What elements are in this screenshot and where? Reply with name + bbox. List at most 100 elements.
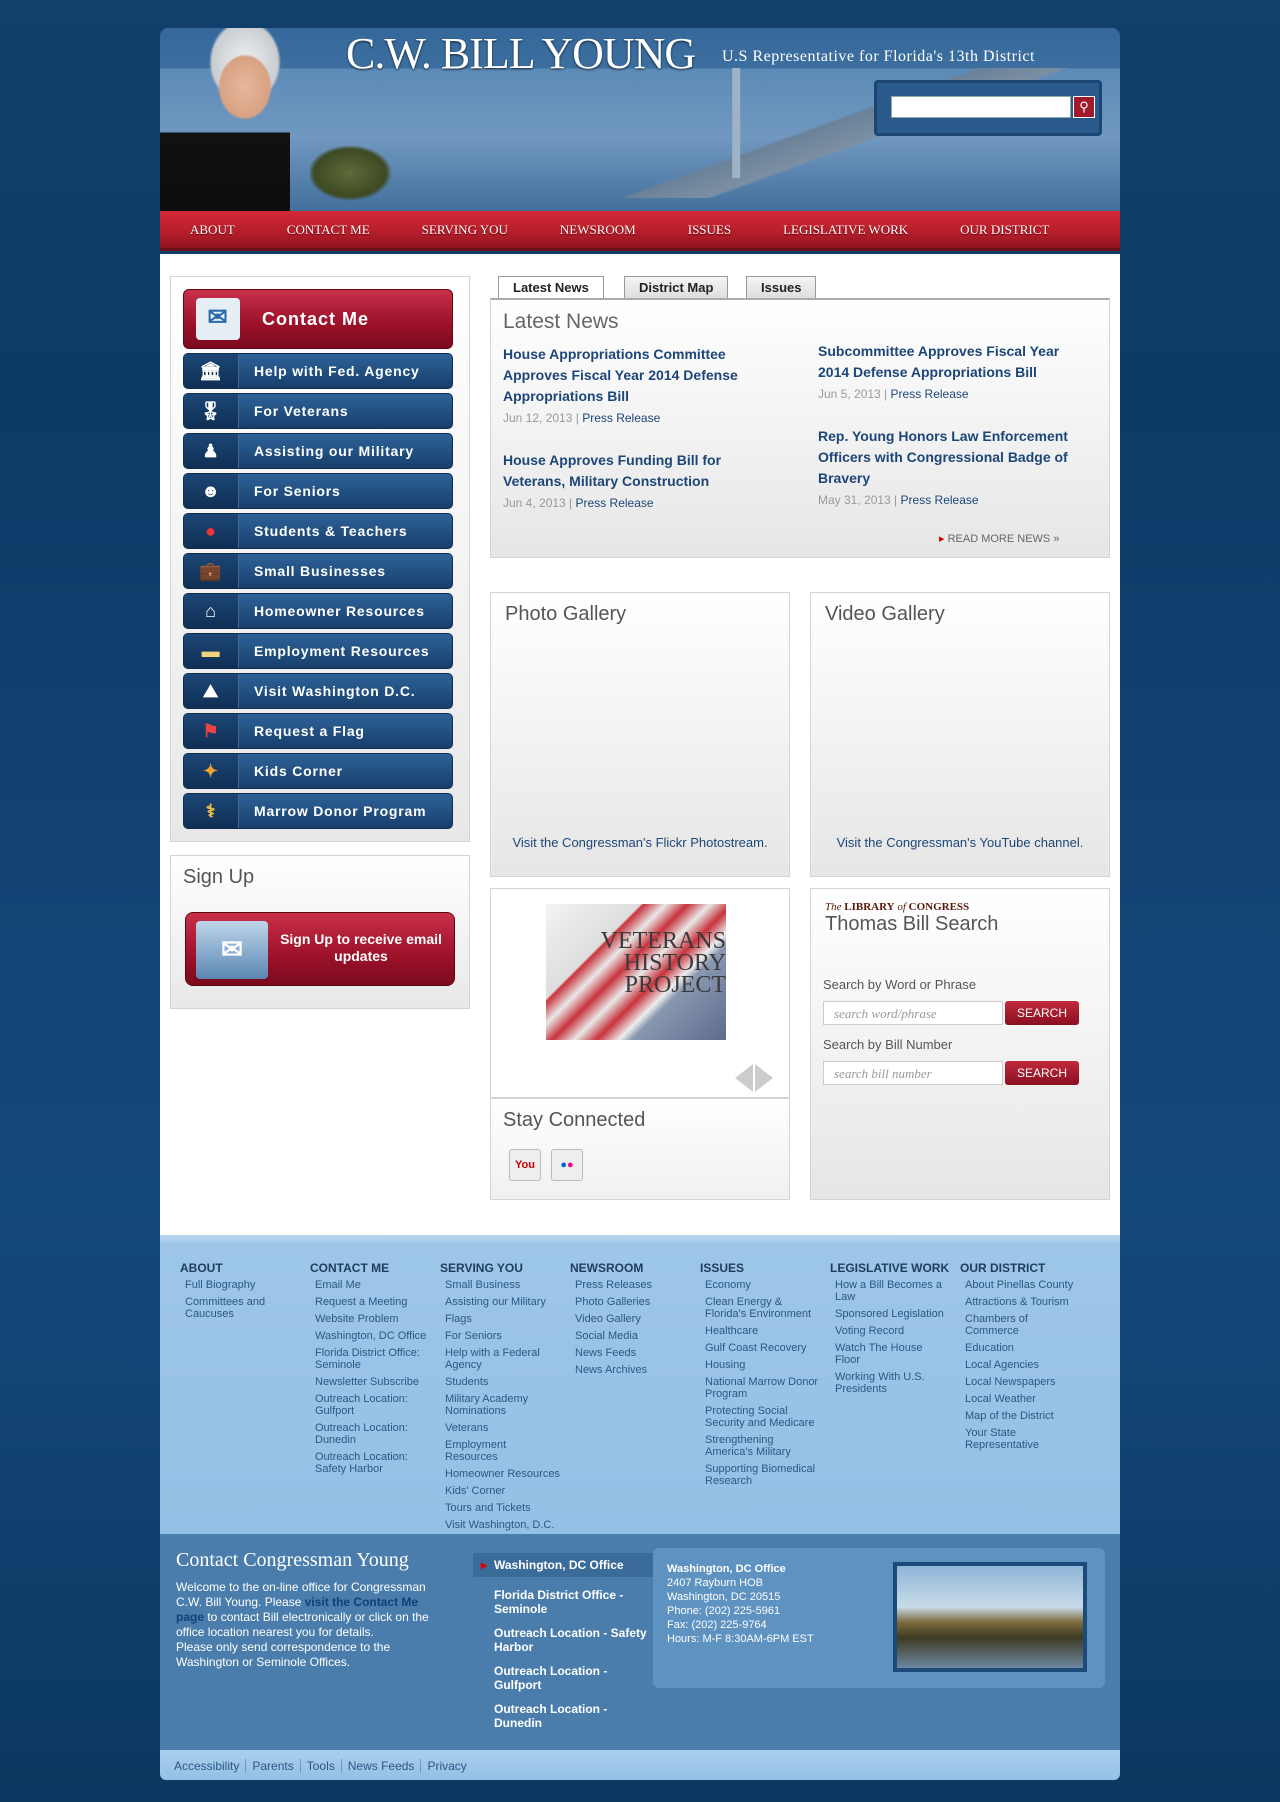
- nav-our-district[interactable]: OUR DISTRICT: [934, 222, 1075, 238]
- news-title[interactable]: Rep. Young Honors Law Enforcement Office…: [818, 426, 1088, 489]
- sidebar-item-fed-agency[interactable]: 🏛 Help with Fed. Agency: [183, 353, 453, 389]
- footer-link[interactable]: Assisting our Military: [445, 1296, 560, 1308]
- footer-link[interactable]: Small Business: [445, 1279, 560, 1291]
- footer-heading[interactable]: NEWSROOM: [570, 1261, 690, 1275]
- footer-link[interactable]: Help with a Federal Agency: [445, 1347, 560, 1371]
- footer-link[interactable]: News Feeds: [575, 1347, 690, 1359]
- footer-link[interactable]: Clean Energy & Florida's Environment: [705, 1296, 820, 1320]
- footer-link[interactable]: Veterans: [445, 1422, 560, 1434]
- footer-link[interactable]: Economy: [705, 1279, 820, 1291]
- sidebar-item-marrow[interactable]: ⚕ Marrow Donor Program: [183, 793, 453, 829]
- footer-link[interactable]: News Archives: [575, 1364, 690, 1376]
- news-type-link[interactable]: Press Release: [576, 496, 654, 510]
- footer-link[interactable]: Protecting Social Security and Medicare: [705, 1405, 820, 1429]
- tools-link[interactable]: Tools: [300, 1759, 342, 1773]
- word-search-input[interactable]: search word/phrase: [823, 1001, 1003, 1025]
- search-icon[interactable]: ⚲: [1073, 96, 1095, 118]
- youtube-link[interactable]: Visit the Congressman's YouTube channel.: [815, 835, 1105, 850]
- footer-link[interactable]: Attractions & Tourism: [965, 1296, 1080, 1308]
- footer-link[interactable]: Outreach Location: Safety Harbor: [315, 1451, 430, 1475]
- footer-link[interactable]: Kids' Corner: [445, 1485, 560, 1497]
- sidebar-item-flag[interactable]: ⚑ Request a Flag: [183, 713, 453, 749]
- site-title[interactable]: C.W. BILL YOUNG: [346, 28, 696, 79]
- footer-link[interactable]: Local Weather: [965, 1393, 1080, 1405]
- footer-link[interactable]: Washington, DC Office: [315, 1330, 430, 1342]
- signup-button[interactable]: ✉ Sign Up to receive email updates: [185, 912, 455, 986]
- sidebar-item-kids[interactable]: ✦ Kids Corner: [183, 753, 453, 789]
- sidebar-item-military[interactable]: ♟ Assisting our Military: [183, 433, 453, 469]
- footer-link[interactable]: Map of the District: [965, 1410, 1080, 1422]
- footer-link[interactable]: Email Me: [315, 1279, 430, 1291]
- vhp-banner[interactable]: VETERANS HISTORY PROJECT: [546, 904, 726, 1040]
- location-seminole[interactable]: Florida District Office - Seminole: [473, 1588, 653, 1616]
- tab-district-map[interactable]: District Map: [624, 276, 729, 298]
- footer-link[interactable]: Healthcare: [705, 1325, 820, 1337]
- nav-contact-me[interactable]: CONTACT ME: [261, 222, 396, 238]
- footer-link[interactable]: Sponsored Legislation: [835, 1308, 950, 1320]
- footer-link[interactable]: Local Newspapers: [965, 1376, 1080, 1388]
- footer-link[interactable]: Watch The House Floor: [835, 1342, 950, 1366]
- footer-heading[interactable]: ISSUES: [700, 1261, 820, 1275]
- contact-me-button[interactable]: ✉ Contact Me: [183, 289, 453, 349]
- footer-link[interactable]: Chambers of Commerce: [965, 1313, 1080, 1337]
- nav-legislative-work[interactable]: LEGISLATIVE WORK: [757, 222, 934, 238]
- footer-link[interactable]: Homeowner Resources: [445, 1468, 560, 1480]
- flickr-icon[interactable]: ●●: [551, 1149, 583, 1181]
- sidebar-item-students[interactable]: ● Students & Teachers: [183, 513, 453, 549]
- nav-newsroom[interactable]: NEWSROOM: [534, 222, 662, 238]
- footer-link[interactable]: Strengthening America's Military: [705, 1434, 820, 1458]
- read-more-news-link[interactable]: ▸ READ MORE NEWS »: [939, 532, 1059, 545]
- location-safety-harbor[interactable]: Outreach Location - Safety Harbor: [473, 1626, 653, 1654]
- footer-link[interactable]: How a Bill Becomes a Law: [835, 1279, 950, 1303]
- footer-heading[interactable]: SERVING YOU: [440, 1261, 560, 1275]
- location-washington[interactable]: ▸ Washington, DC Office: [473, 1553, 653, 1577]
- footer-link[interactable]: Voting Record: [835, 1325, 950, 1337]
- footer-heading[interactable]: LEGISLATIVE WORK: [830, 1261, 950, 1275]
- footer-link[interactable]: About Pinellas County: [965, 1279, 1080, 1291]
- footer-link[interactable]: Request a Meeting: [315, 1296, 430, 1308]
- word-search-button[interactable]: SEARCH: [1005, 1001, 1079, 1025]
- footer-link[interactable]: Photo Galleries: [575, 1296, 690, 1308]
- footer-link[interactable]: Full Biography: [185, 1279, 300, 1291]
- footer-link[interactable]: Outreach Location: Dunedin: [315, 1422, 430, 1446]
- footer-link[interactable]: Tours and Tickets: [445, 1502, 560, 1514]
- youtube-icon[interactable]: You: [509, 1149, 541, 1181]
- footer-link[interactable]: Website Problem: [315, 1313, 430, 1325]
- footer-link[interactable]: Flags: [445, 1313, 560, 1325]
- footer-link[interactable]: Working With U.S. Presidents: [835, 1371, 950, 1395]
- news-type-link[interactable]: Press Release: [901, 493, 979, 507]
- footer-link[interactable]: Supporting Biomedical Research: [705, 1463, 820, 1487]
- nav-issues[interactable]: ISSUES: [662, 222, 757, 238]
- sidebar-item-employment[interactable]: ▬ Employment Resources: [183, 633, 453, 669]
- footer-link[interactable]: Your State Representative: [965, 1427, 1080, 1451]
- news-type-link[interactable]: Press Release: [891, 387, 969, 401]
- news-feeds-link[interactable]: News Feeds: [341, 1759, 422, 1773]
- tab-issues[interactable]: Issues: [746, 276, 817, 298]
- sidebar-item-small-business[interactable]: 💼 Small Businesses: [183, 553, 453, 589]
- news-title[interactable]: House Approves Funding Bill for Veterans…: [503, 450, 763, 492]
- bill-search-input[interactable]: search bill number: [823, 1061, 1003, 1085]
- footer-link[interactable]: For Seniors: [445, 1330, 560, 1342]
- news-title[interactable]: Subcommittee Approves Fiscal Year 2014 D…: [818, 341, 1088, 383]
- footer-link[interactable]: Visit Washington, D.C.: [445, 1519, 560, 1531]
- footer-heading[interactable]: CONTACT ME: [310, 1261, 430, 1275]
- footer-heading[interactable]: ABOUT: [180, 1261, 300, 1275]
- footer-link[interactable]: Social Media: [575, 1330, 690, 1342]
- privacy-link[interactable]: Privacy: [421, 1759, 472, 1773]
- flickr-link[interactable]: Visit the Congressman's Flickr Photostre…: [495, 835, 785, 850]
- footer-link[interactable]: Video Gallery: [575, 1313, 690, 1325]
- footer-link[interactable]: Outreach Location: Gulfport: [315, 1393, 430, 1417]
- nav-about[interactable]: ABOUT: [160, 222, 261, 238]
- footer-link[interactable]: Gulf Coast Recovery: [705, 1342, 820, 1354]
- footer-link[interactable]: Committees and Caucuses: [185, 1296, 300, 1320]
- news-type-link[interactable]: Press Release: [582, 411, 660, 425]
- sidebar-item-seniors[interactable]: ☻ For Seniors: [183, 473, 453, 509]
- tab-latest-news[interactable]: Latest News: [498, 276, 604, 299]
- footer-link[interactable]: Students: [445, 1376, 560, 1388]
- news-title[interactable]: House Appropriations Committee Approves …: [503, 344, 763, 407]
- next-arrow-icon[interactable]: [755, 1064, 773, 1092]
- nav-serving-you[interactable]: SERVING YOU: [396, 222, 534, 238]
- location-gulfport[interactable]: Outreach Location - Gulfport: [473, 1664, 653, 1692]
- sidebar-item-visit-dc[interactable]: ⛰ Visit Washington D.C.: [183, 673, 453, 709]
- footer-link[interactable]: Local Agencies: [965, 1359, 1080, 1371]
